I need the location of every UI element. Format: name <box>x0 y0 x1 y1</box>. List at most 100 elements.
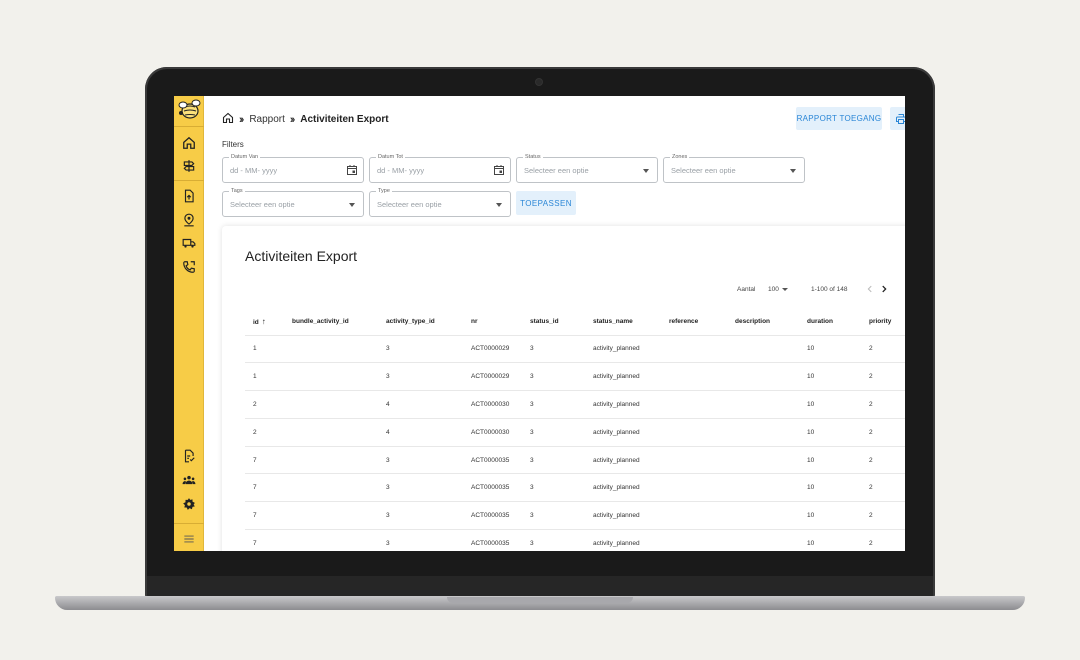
cell-duration: 10 <box>799 418 861 447</box>
tags-select[interactable]: Tags Selecteer een optie <box>222 187 364 217</box>
cell-activity-type-id: 3 <box>378 335 463 364</box>
home-icon[interactable] <box>222 112 234 127</box>
gear-icon[interactable] <box>180 495 198 513</box>
page-size-select[interactable]: 100 <box>768 286 788 293</box>
cell-priority: 2 <box>861 501 905 531</box>
table-row[interactable]: 7 3 ACT0000035 3 activity_planned 10 2 <box>245 501 905 531</box>
sort-arrow-up-icon[interactable]: ↑ <box>262 317 266 326</box>
calendar-icon[interactable] <box>493 164 505 176</box>
column-header-priority[interactable]: priority <box>861 308 905 336</box>
column-header-description[interactable]: description <box>727 308 799 336</box>
cell-id: 7 <box>245 473 284 503</box>
cell-duration: 10 <box>799 362 861 392</box>
chevron-right-icon[interactable] <box>878 283 890 295</box>
cell-description <box>727 501 799 531</box>
datum-van-placeholder: dd - MM- yyyy <box>230 166 278 175</box>
cell-description <box>727 446 799 475</box>
cell-duration: 10 <box>799 390 861 419</box>
cell-status-name: activity_planned <box>585 390 661 419</box>
zones-select[interactable]: Zones Selecteer een optie <box>663 153 805 183</box>
rapport-toegang-button[interactable]: RAPPORT TOEGANG <box>796 107 882 130</box>
cell-duration: 10 <box>799 446 861 475</box>
caret-down-icon <box>496 203 502 207</box>
column-header-id[interactable]: id ↑ <box>245 308 284 336</box>
cell-activity-type-id: 3 <box>378 529 463 551</box>
cell-reference <box>661 501 727 531</box>
column-header-reference[interactable]: reference <box>661 308 727 336</box>
cell-bundle-activity-id <box>284 418 378 447</box>
datum-van-label: Datum Van <box>229 153 261 161</box>
cell-status-id: 3 <box>522 418 585 447</box>
table-row[interactable]: 7 3 ACT0000035 3 activity_planned 10 2 <box>245 529 905 551</box>
laptop-chin <box>147 576 933 598</box>
cell-duration: 10 <box>799 529 861 551</box>
cell-activity-type-id: 3 <box>378 362 463 392</box>
table-row[interactable]: 1 3 ACT0000029 3 activity_planned 10 2 <box>245 335 905 364</box>
chevron-double-right-icon: ›› <box>239 113 245 126</box>
apply-button[interactable]: TOEPASSEN <box>516 191 576 215</box>
truck-icon[interactable] <box>180 234 198 252</box>
cell-nr: ACT0000035 <box>463 501 522 531</box>
phone-forward-icon[interactable] <box>180 258 198 276</box>
cell-nr: ACT0000035 <box>463 529 522 551</box>
column-header-duration[interactable]: duration <box>799 308 861 336</box>
cell-priority: 2 <box>861 473 905 503</box>
cell-id: 1 <box>245 335 284 364</box>
card-title: Activiteiten Export <box>245 248 358 264</box>
cell-reference <box>661 335 727 364</box>
column-header-activity-type-id[interactable]: activity_type_id <box>378 308 463 336</box>
file-upload-icon[interactable] <box>180 187 198 205</box>
cell-duration: 10 <box>799 335 861 364</box>
column-header-status-name[interactable]: status_name <box>585 308 661 336</box>
cell-priority: 2 <box>861 362 905 392</box>
chevron-left-icon[interactable] <box>864 283 876 295</box>
breadcrumb-rapport[interactable]: Rapport <box>249 114 285 125</box>
datum-tot-field[interactable]: Datum Tot dd - MM- yyyy <box>369 153 511 183</box>
column-header-status-id[interactable]: status_id <box>522 308 585 336</box>
cell-activity-type-id: 3 <box>378 446 463 475</box>
cell-nr: ACT0000029 <box>463 335 522 364</box>
calendar-icon[interactable] <box>346 164 358 176</box>
caret-down-icon <box>790 169 796 173</box>
status-select[interactable]: Status Selecteer een optie <box>516 153 658 183</box>
location-pin-icon[interactable] <box>180 211 198 229</box>
signpost-icon[interactable] <box>180 157 198 175</box>
datum-van-field[interactable]: Datum Van dd - MM- yyyy <box>222 153 364 183</box>
cell-duration: 10 <box>799 473 861 503</box>
table-row[interactable]: 2 4 ACT0000030 3 activity_planned 10 2 <box>245 418 905 447</box>
column-header-nr[interactable]: nr <box>463 308 522 336</box>
printer-icon[interactable] <box>890 107 905 130</box>
table-row[interactable]: 2 4 ACT0000030 3 activity_planned 10 2 <box>245 390 905 419</box>
sidebar-divider <box>174 523 204 524</box>
people-icon[interactable] <box>180 471 198 489</box>
cell-bundle-activity-id <box>284 529 378 551</box>
table-row[interactable]: 7 3 ACT0000035 3 activity_planned 10 2 <box>245 473 905 503</box>
cell-reference <box>661 418 727 447</box>
type-select[interactable]: Type Selecteer een optie <box>369 187 511 217</box>
table-row[interactable]: 1 3 ACT0000029 3 activity_planned 10 2 <box>245 362 905 392</box>
cell-bundle-activity-id <box>284 362 378 392</box>
home-icon[interactable] <box>180 134 198 152</box>
caret-down-icon <box>643 169 649 173</box>
sidebar-divider <box>174 180 204 181</box>
breadcrumb-current: Activiteiten Export <box>300 114 389 125</box>
cell-priority: 2 <box>861 446 905 475</box>
cell-reference <box>661 362 727 392</box>
cell-description <box>727 473 799 503</box>
cell-description <box>727 529 799 551</box>
cell-priority: 2 <box>861 529 905 551</box>
menu-icon[interactable] <box>180 530 198 548</box>
export-card: Activiteiten Export Aantal 100 1-100 of … <box>222 226 905 551</box>
file-check-icon[interactable] <box>180 447 198 465</box>
sidebar <box>174 96 204 551</box>
type-placeholder: Selecteer een optie <box>377 200 442 209</box>
bee-logo-icon[interactable] <box>176 98 202 122</box>
cell-priority: 2 <box>861 390 905 419</box>
tags-placeholder: Selecteer een optie <box>230 200 295 209</box>
cell-status-name: activity_planned <box>585 335 661 364</box>
column-header-bundle-activity-id[interactable]: bundle_activity_id <box>284 308 378 336</box>
cell-reference <box>661 473 727 503</box>
table-row[interactable]: 7 3 ACT0000035 3 activity_planned 10 2 <box>245 446 905 475</box>
cell-id: 7 <box>245 529 284 551</box>
cell-bundle-activity-id <box>284 473 378 503</box>
